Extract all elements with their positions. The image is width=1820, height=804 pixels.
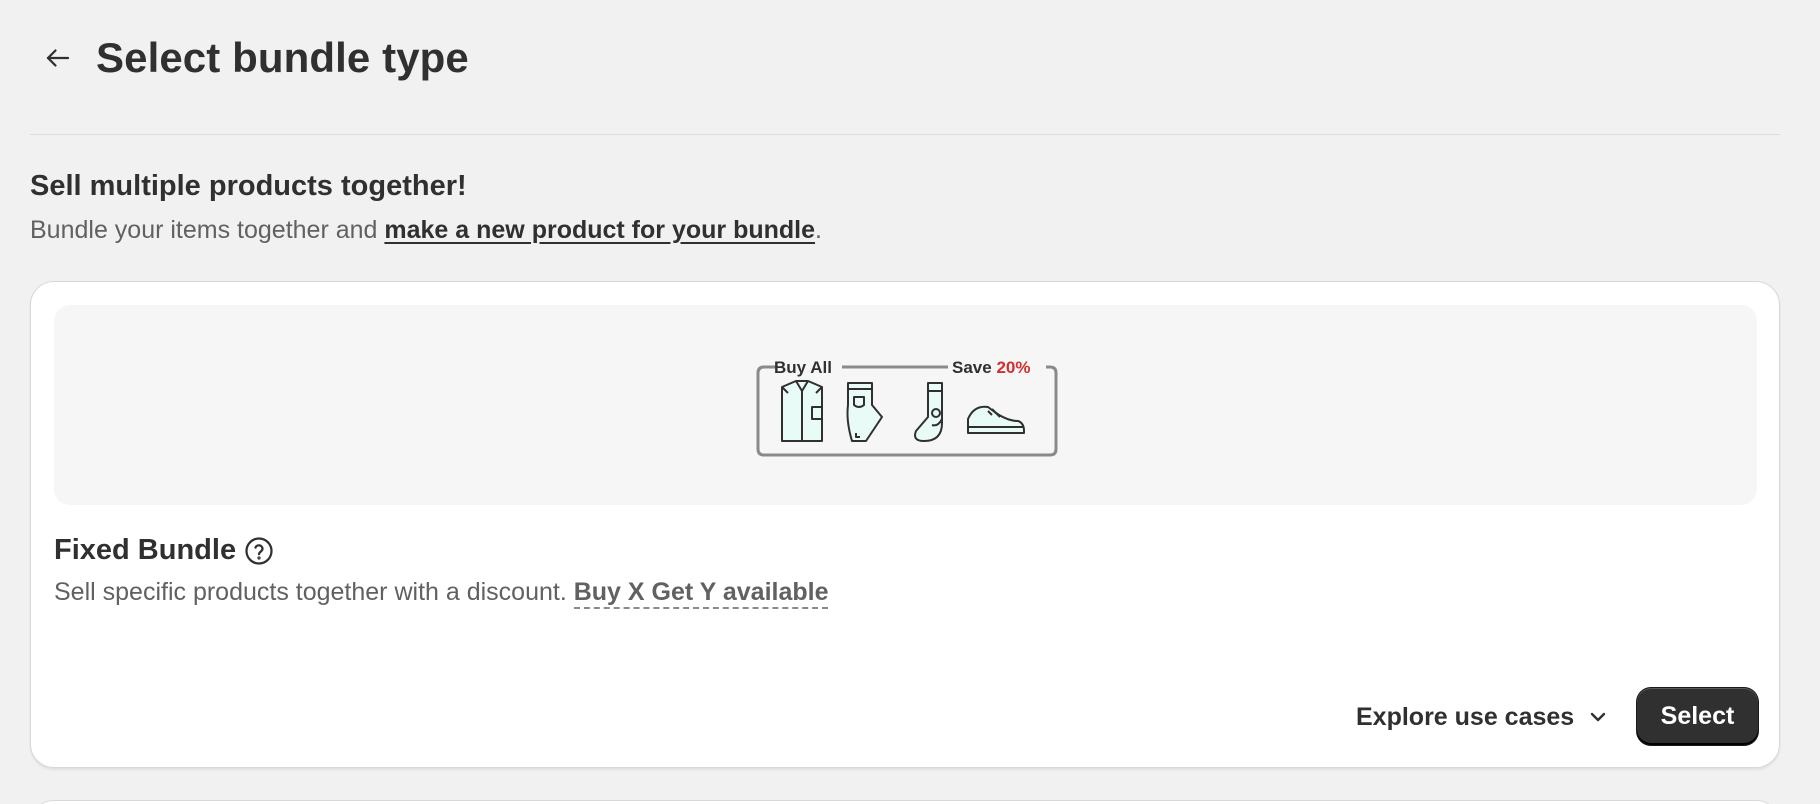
card-description: Sell specific products together with a d… (54, 578, 829, 609)
arrow-left-icon (46, 49, 70, 67)
shoe-icon (967, 405, 1025, 434)
section-subtitle: Bundle your items together and make a ne… (30, 216, 822, 245)
explore-use-cases-label: Explore use cases (1356, 702, 1575, 731)
page-header: Select bundle type (30, 22, 1780, 94)
select-button[interactable]: Select (1637, 688, 1758, 745)
buy-all-label: Buy All (774, 358, 832, 377)
subtitle-text: Bundle your items together and (30, 216, 385, 244)
page-title: Select bundle type (96, 34, 469, 81)
pants-icon (846, 382, 883, 442)
page: Select bundle type Sell multiple product… (0, 0, 1820, 804)
fixed-bundle-card[interactable]: Buy All Save 20% Fixed Bundle Sell speci… (30, 281, 1780, 768)
back-button[interactable] (30, 30, 86, 86)
help-button[interactable] (244, 536, 274, 566)
card-title: Fixed Bundle (54, 534, 237, 566)
next-card-edge (30, 800, 1780, 804)
svg-text:Save 20%: Save 20% (952, 358, 1030, 377)
discount-label: 20% (996, 358, 1030, 377)
section-title: Sell multiple products together! (30, 170, 467, 202)
chevron-down-icon (1591, 712, 1606, 722)
question-circle-icon (245, 536, 273, 565)
explore-use-cases-button[interactable]: Explore use cases (1356, 695, 1610, 739)
save-label: Save (952, 358, 996, 377)
card-title-row: Fixed Bundle (54, 534, 274, 567)
subtitle-suffix: . (815, 216, 822, 244)
header-divider (30, 134, 1780, 135)
shirt-icon (781, 380, 823, 442)
bundle-illustration: Buy All Save 20% (756, 358, 1058, 457)
make-new-product-link[interactable]: make a new product for your bundle (384, 216, 815, 244)
bundle-preview: Buy All Save 20% (54, 305, 1757, 505)
description-text: Sell specific products together with a d… (54, 578, 574, 606)
buy-x-get-y-link[interactable]: Buy X Get Y available (573, 578, 829, 609)
socks-icon (914, 382, 943, 442)
